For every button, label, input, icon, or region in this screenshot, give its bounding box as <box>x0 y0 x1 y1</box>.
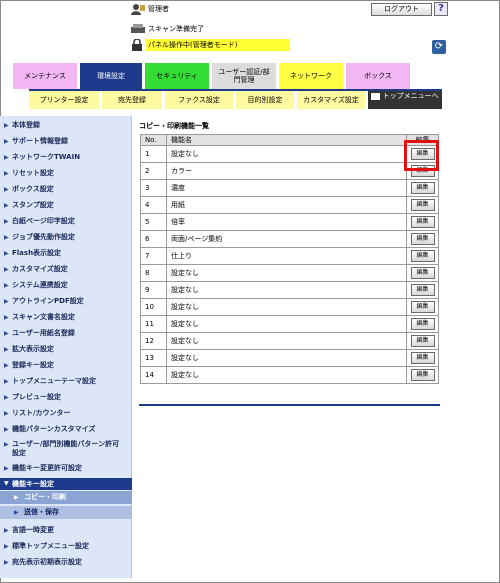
sidebar-item[interactable]: ▶ リセット設定 <box>0 169 132 178</box>
sidebar-item[interactable]: ▶ 標準トップメニュー設定 <box>0 542 132 551</box>
table-row: 10 設定なし 編集 <box>140 298 439 316</box>
function-table: No. 機能名 編集 1 設定なし 編集 2 カラー 編集 3 濃度 編集 4 … <box>140 134 439 384</box>
table-header-row: No. 機能名 編集 <box>140 134 439 146</box>
sidebar-item[interactable]: ▶ ネットワークTWAIN <box>0 153 132 162</box>
table-row: 8 設定なし 編集 <box>140 264 439 282</box>
sidebar-item[interactable]: ▶ スキャン文書名設定 <box>0 313 132 322</box>
subtab-printer-settings[interactable]: プリンター設定 <box>29 91 99 109</box>
edit-button[interactable]: 編集 <box>410 250 435 262</box>
admin-user-icon <box>131 3 145 15</box>
table-row: 12 設定なし 編集 <box>140 332 439 350</box>
edit-button[interactable]: 編集 <box>410 267 435 279</box>
edit-button[interactable]: 編集 <box>410 216 435 228</box>
sidebar-item[interactable]: ▶ スタンプ設定 <box>0 201 132 210</box>
sidebar-item-function-key-settings[interactable]: ▼ 機能キー設定 <box>0 478 132 490</box>
tab-user-auth[interactable]: ユーザー認証/部門管理 <box>212 63 276 89</box>
page-title: コピー・印刷機能一覧 <box>139 122 209 130</box>
sidebar-item[interactable]: ▶ 機能キー変更許可設定 <box>0 464 132 473</box>
sidebar-item[interactable]: ▶ トップメニューテーマ設定 <box>0 377 132 386</box>
sidebar-item[interactable]: ▶ システム連携設定 <box>0 281 132 290</box>
panel-lock-icon <box>131 38 143 51</box>
edit-button[interactable]: 編集 <box>410 182 435 194</box>
sidebar-item[interactable]: ▶ 本体登録 <box>0 121 132 130</box>
table-row: 1 設定なし 編集 <box>140 145 439 163</box>
edit-button[interactable]: 編集 <box>410 301 435 313</box>
edit-button-highlight <box>404 140 439 171</box>
subtab-top-menu[interactable]: トップメニューへ <box>368 91 442 109</box>
edit-button[interactable]: 編集 <box>410 352 435 364</box>
subtab-customize-settings[interactable]: カスタマイズ設定 <box>297 91 365 109</box>
table-row: 5 倍率 編集 <box>140 213 439 231</box>
sidebar-item[interactable]: ▶ ユーザー/部門別機能パターン許可設定 <box>0 440 130 458</box>
subtab-purpose-settings[interactable]: 目的別設定 <box>236 91 294 109</box>
content-bottom-divider <box>139 404 440 406</box>
sidebar-item[interactable]: ▶ ユーザー用紙名登録 <box>0 329 132 338</box>
sidebar-item[interactable]: ▶ Flash表示設定 <box>0 249 132 258</box>
panel-operation-status: パネル操作中(管理者モード) <box>146 39 290 51</box>
table-row: 7 仕上り 編集 <box>140 247 439 265</box>
user-label: 管理者 <box>148 5 169 13</box>
sidebar-item[interactable]: ▶ ボックス設定 <box>0 185 132 194</box>
sidebar-item[interactable]: ▶ リスト/カウンター <box>0 409 132 418</box>
table-row: 6 両面/ページ集約 編集 <box>140 230 439 248</box>
edit-button[interactable]: 編集 <box>410 335 435 347</box>
scanner-icon <box>131 24 145 33</box>
device-status: スキャン準備完了 <box>148 25 204 33</box>
sidebar-item[interactable]: ▶ カスタマイズ設定 <box>0 265 132 274</box>
edit-button[interactable]: 編集 <box>410 284 435 296</box>
help-button[interactable]: ? <box>434 2 448 16</box>
sidebar-item[interactable]: ▶ 宛先表示初期表示設定 <box>0 558 132 567</box>
table-row: 2 カラー 編集 <box>140 162 439 180</box>
sidebar-item[interactable]: ▶ 白紙ページ印字設定 <box>0 217 132 226</box>
refresh-icon[interactable]: ⟳ <box>432 40 446 54</box>
sidebar-item[interactable]: ▶ 機能パターンカスタマイズ <box>0 425 132 434</box>
table-row: 4 用紙 編集 <box>140 196 439 214</box>
edit-button[interactable]: 編集 <box>410 233 435 245</box>
subtab-fax-settings[interactable]: ファクス設定 <box>165 91 233 109</box>
edit-button[interactable]: 編集 <box>410 318 435 330</box>
tab-box[interactable]: ボックス <box>346 63 410 89</box>
sidebar-item[interactable]: ▶ プレビュー設定 <box>0 393 132 402</box>
table-row: 9 設定なし 編集 <box>140 281 439 299</box>
sidebar-item[interactable]: ▶ 登録キー設定 <box>0 361 132 370</box>
column-header-name: 機能名 <box>166 134 407 146</box>
table-row: 3 濃度 編集 <box>140 179 439 197</box>
tab-security[interactable]: セキュリティ <box>145 63 209 89</box>
table-row: 11 設定なし 編集 <box>140 315 439 333</box>
subtab-address-registration[interactable]: 宛先登録 <box>102 91 162 109</box>
top-menu-icon <box>371 92 381 100</box>
sidebar-item[interactable]: ▶ アウトラインPDF設定 <box>0 297 132 306</box>
tab-environment-settings[interactable]: 環境設定 <box>80 63 142 89</box>
sidebar-item[interactable]: ▶ 拡大表示設定 <box>0 345 132 354</box>
sidebar-item[interactable]: ▶ ジョブ優先動作設定 <box>0 233 132 242</box>
sidebar-item[interactable]: ▶ サポート情報登録 <box>0 137 132 146</box>
tab-network[interactable]: ネットワーク <box>279 63 343 89</box>
logout-button[interactable]: ログアウト <box>371 3 432 16</box>
sidebar-item[interactable]: ▶ 言語一時変更 <box>0 526 132 535</box>
sidebar-item-copy-print[interactable]: ▶ コピー・印刷 <box>0 491 132 504</box>
table-row: 14 設定なし 編集 <box>140 366 439 384</box>
column-header-no: No. <box>140 134 167 146</box>
sidebar-item-send-save[interactable]: ▶ 送信・保存 <box>0 506 132 519</box>
tab-maintenance[interactable]: メンテナンス <box>13 63 77 89</box>
table-row: 13 設定なし 編集 <box>140 349 439 367</box>
edit-button[interactable]: 編集 <box>410 199 435 211</box>
edit-button[interactable]: 編集 <box>410 369 435 381</box>
